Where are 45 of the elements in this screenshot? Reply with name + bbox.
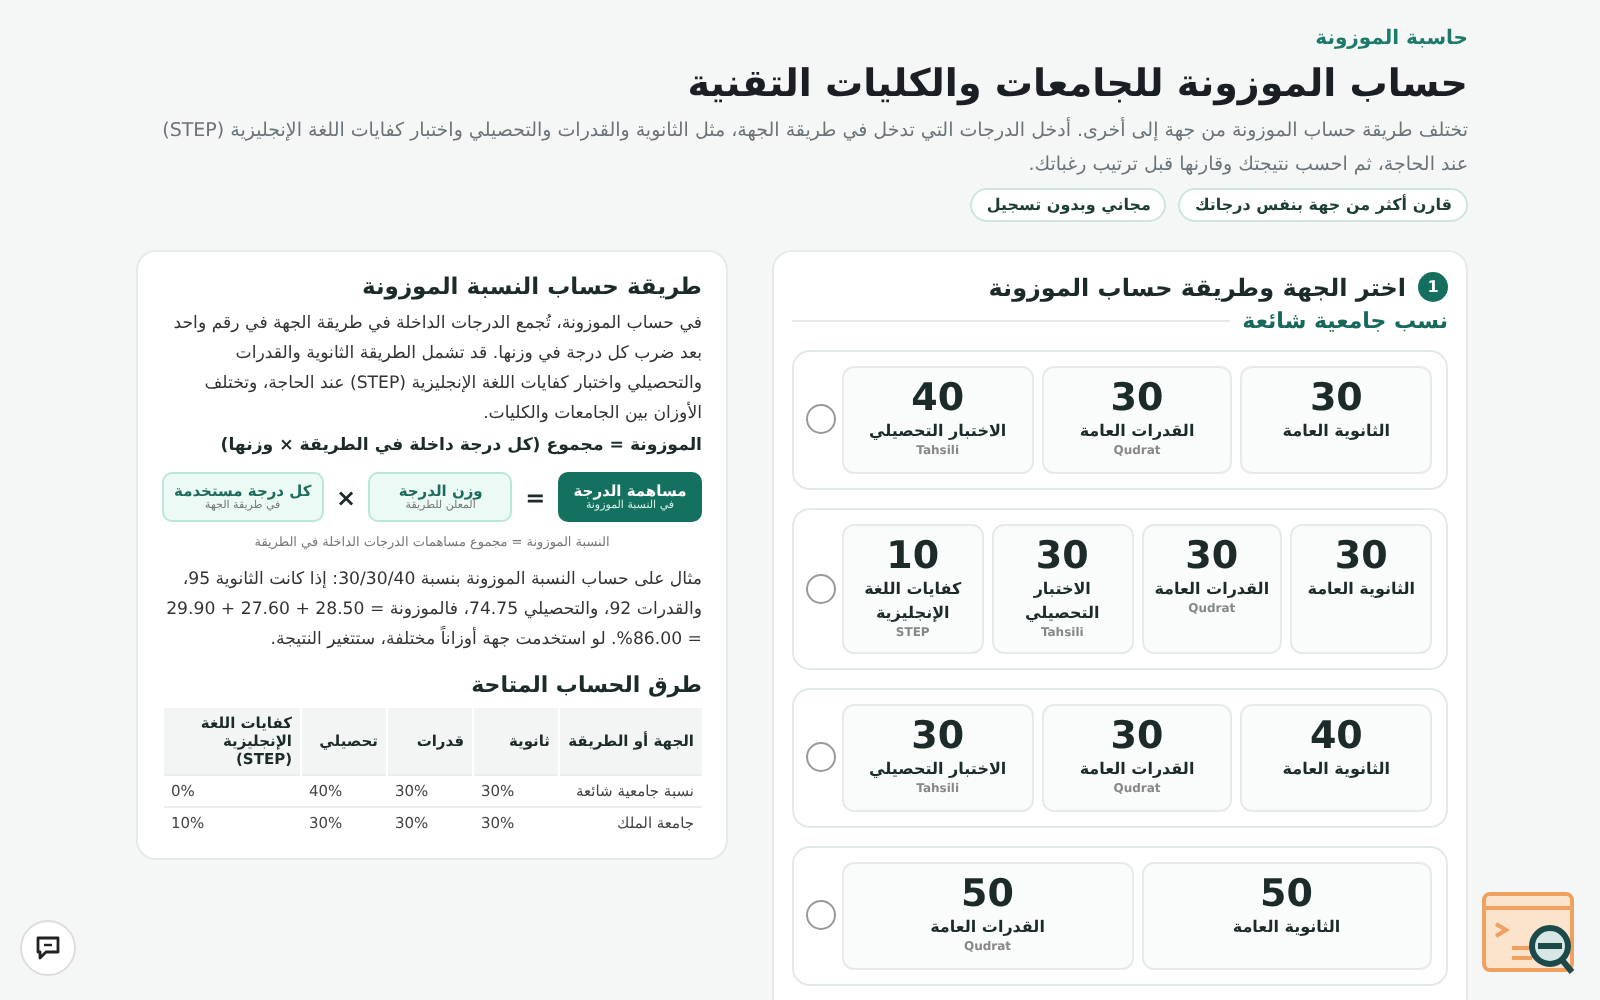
weight-label: الاختبار التحصيلي (868, 758, 1007, 782)
weight-label: القدرات العامة (1154, 578, 1270, 602)
info-text: في حساب الموزونة، تُجمع الدرجات الداخلة في طريقة الجهة في رقم واحد بعد ضرب كل درجة في وزنها. قد تشمل الطريقة الثانوية والقدرات والتحصيلي واختبار كفايات اللغة الإنجليزية (STEP) عند الحاجة، وتختلف الأوزان بين الجامعات والكليات. (171, 312, 702, 428)
radio-button[interactable] (806, 742, 836, 772)
radio-button[interactable] (806, 404, 836, 434)
section-title: نسب جامعية شائعة (1242, 308, 1448, 334)
example-text: مثال على حساب النسبة الموزونة بنسبة 30/30/40: إذا كانت الثانوية 95، والقدرات 92، والتحصيلي 74.75، فالموزونة = 28.50 + 27.60 + 29.90 = 86.00%. لو استخدمت جهة أوزاناً مختلفة، ستتغير النتيجة. (164, 568, 702, 654)
weight-value: 30 (1035, 534, 1089, 578)
weight-value: 30 (911, 714, 965, 758)
weight-label: الاختبار التحصيلي (868, 420, 1007, 444)
chat-button[interactable] (20, 920, 76, 976)
weight-value: 10 (886, 534, 940, 578)
weight-value: 50 (961, 872, 1014, 916)
weight-value: 30 (1110, 376, 1164, 420)
weight-value: 30 (1334, 534, 1388, 578)
weight-label: كفايات اللغة الإنجليزية (862, 578, 964, 626)
step-number: 1 (1418, 272, 1448, 302)
operator-symbol: × (335, 483, 357, 511)
weight-label: القدرات العامة (1079, 420, 1195, 444)
intro-text: تختلف طريقة حساب الموزونة من جهة إلى أخرى. أدخل الدرجات التي تدخل في طريقة الجهة، مثل الثانوية والقدرات والتحصيلي واختبار كفايات اللغة الإنجليزية (STEP) عند الحاجة، ثم احسب نتيجتك وقارنها قبل ترتيب رغباتك. (160, 115, 1468, 180)
weight-value: 40 (1309, 714, 1363, 758)
weight-label: الثانوية العامة (1232, 916, 1341, 940)
weight-value: 50 (1260, 872, 1313, 916)
table-title: طرق الحساب المتاحة (469, 672, 702, 698)
chat-icon (34, 934, 62, 962)
weight-label: الثانوية العامة (1282, 420, 1391, 444)
info-title: طريقة حساب النسبة الموزونة (360, 272, 702, 300)
weight-label: الثانوية العامة (1307, 578, 1415, 602)
weight-label: القدرات العامة (1079, 758, 1195, 782)
formula-text: الموزونة = مجموع (كل درجة داخلة في الطريقة × وزنها) (218, 436, 702, 456)
weight-value: 40 (911, 376, 965, 420)
radio-button[interactable] (806, 900, 836, 930)
weight-value: 30 (1309, 376, 1363, 420)
eyebrow-label: حاسبة الموزونة (1313, 28, 1468, 50)
operator-symbol: = (525, 483, 546, 511)
weight-value: 30 (1185, 534, 1239, 578)
weight-value: 30 (1110, 714, 1164, 758)
page-title: حساب الموزونة للجامعات والكليات التقنية (685, 62, 1468, 106)
radio-button[interactable] (806, 573, 836, 603)
weight-label: الثانوية العامة (1282, 758, 1391, 782)
weight-label: الاختبار التحصيلي (1022, 578, 1102, 626)
weight-label: القدرات العامة (930, 916, 1045, 940)
feature-chip: مجاني وبدون تسجيل (970, 188, 1167, 222)
feature-chip: قارن أكثر من جهة بنفس درجاتك (1178, 188, 1468, 222)
step-title: اختر الجهة وطريقة حساب الموزونة (988, 273, 1406, 301)
